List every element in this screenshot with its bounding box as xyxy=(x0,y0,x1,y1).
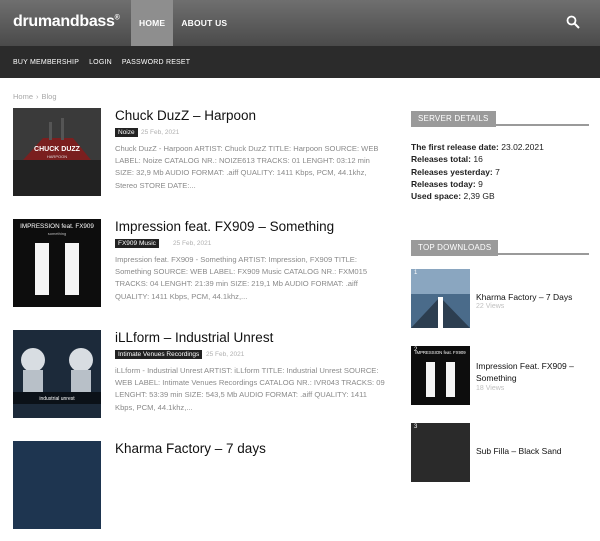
nav-home[interactable]: HOME xyxy=(131,0,174,46)
post-category-badge[interactable]: Intimate Venues Recordings xyxy=(115,350,203,359)
menu-buy-membership[interactable]: BUY MEMBERSHIP xyxy=(13,59,79,66)
nav-about-us[interactable]: ABOUT US xyxy=(173,0,235,46)
rank-number: 1 xyxy=(414,270,418,276)
detail-row: Used space: 2,39 GB xyxy=(411,190,544,202)
post-excerpt: Chuck DuzZ - Harpoon ARTIST: Chuck DuzZ … xyxy=(115,144,379,190)
post-item: Kharma Factory – 7 days xyxy=(13,441,388,541)
detail-row: Releases today: 9 xyxy=(411,178,544,190)
post-thumbnail[interactable]: CHUCK DUZZ HARPOON xyxy=(13,108,101,196)
rank-number: 2 xyxy=(414,347,418,353)
thumb-title-text: HARPOON xyxy=(47,154,67,159)
top-download-title[interactable]: Sub Filla – Black Sand xyxy=(476,445,586,457)
post-item: IMPRESSION feat. FX909 something Impress… xyxy=(13,219,388,319)
detail-value: 23.02.2021 xyxy=(501,142,544,152)
detail-label: Releases total: xyxy=(411,154,471,165)
post-category-badge[interactable]: FX909 Music xyxy=(115,239,159,248)
thumb-artist-text: IMPRESSION feat. FX909 xyxy=(20,223,94,230)
detail-label: Releases yesterday: xyxy=(411,166,493,177)
post-title[interactable]: iLLform – Industrial Unrest xyxy=(115,330,273,345)
top-download-thumbnail[interactable]: 3 xyxy=(411,423,470,482)
main-nav: HOME ABOUT US xyxy=(131,0,235,46)
breadcrumb-home[interactable]: Home xyxy=(13,92,33,101)
top-header: drumandbass® HOME ABOUT US xyxy=(0,0,600,46)
rank-number: 3 xyxy=(414,424,418,430)
site-logo[interactable]: drumandbass® xyxy=(13,13,120,31)
thumb-artist-text: CHUCK DUZZ xyxy=(34,146,81,153)
post-title[interactable]: Impression feat. FX909 – Something xyxy=(115,219,334,234)
post-title[interactable]: Chuck DuzZ – Harpoon xyxy=(115,108,256,123)
top-download-thumbnail[interactable]: 1 xyxy=(411,269,470,328)
detail-row: The first release date: 23.02.2021 xyxy=(411,141,544,153)
top-download-thumbnail[interactable]: 2 IMPRESSION feat. FX909 xyxy=(411,346,470,405)
thumb-title-text: industrial unrest xyxy=(39,396,75,402)
post-thumbnail[interactable]: industrial unrest xyxy=(13,330,101,418)
menu-password-reset[interactable]: PASSWORD RESET xyxy=(122,59,190,66)
post-excerpt: iLLform - Industrial Unrest ARTIST: iLLf… xyxy=(115,366,385,412)
post-date: 25 Feb, 2021 xyxy=(141,129,180,136)
server-details-heading: SERVER DETAILS xyxy=(411,108,589,127)
top-download-views: 22 Views xyxy=(476,303,505,310)
post-thumbnail[interactable] xyxy=(13,441,101,529)
secondary-menu: BUY MEMBERSHIP LOGIN PASSWORD RESET xyxy=(0,46,600,78)
breadcrumb-separator-icon: › xyxy=(36,92,39,101)
post-title[interactable]: Kharma Factory – 7 days xyxy=(115,441,266,456)
post-item: CHUCK DUZZ HARPOON Chuck DuzZ – Harpoon … xyxy=(13,108,388,208)
post-category-badge[interactable]: Noize xyxy=(115,128,138,137)
search-icon[interactable] xyxy=(566,15,580,29)
post-excerpt: Impression feat. FX909 - Something ARTIS… xyxy=(115,255,368,301)
top-downloads-title: TOP DOWNLOADS xyxy=(411,240,499,256)
top-downloads-heading: TOP DOWNLOADS xyxy=(411,237,589,256)
menu-login[interactable]: LOGIN xyxy=(89,59,112,66)
server-details-title: SERVER DETAILS xyxy=(411,111,496,127)
detail-value: 7 xyxy=(495,166,500,177)
detail-label: Releases today: xyxy=(411,178,476,189)
logo-mark: ® xyxy=(114,14,120,22)
top-download-item: 1 Kharma Factory – 7 Days 22 Views xyxy=(411,269,589,329)
detail-row: Releases total: 16 xyxy=(411,153,544,165)
detail-value: 9 xyxy=(478,178,483,189)
detail-row: Releases yesterday: 7 xyxy=(411,166,544,178)
breadcrumb: Home › Blog xyxy=(13,92,57,101)
post-thumbnail[interactable]: IMPRESSION feat. FX909 something xyxy=(13,219,101,307)
top-download-title[interactable]: Impression Feat. FX909 – Something xyxy=(476,360,586,384)
thumb-title-text: something xyxy=(48,231,66,236)
detail-value: 16 xyxy=(473,154,483,165)
post-date: 25 Feb, 2021 xyxy=(173,240,212,247)
detail-label: Used space: xyxy=(411,191,462,202)
thumb-artist-text: IMPRESSION feat. FX909 xyxy=(415,350,466,355)
detail-label: The first release date: xyxy=(411,142,499,152)
server-details-list: The first release date: 23.02.2021 Relea… xyxy=(411,141,544,202)
post-item: industrial unrest iLLform – Industrial U… xyxy=(13,330,388,430)
detail-value: 2,39 GB xyxy=(463,191,495,202)
top-download-title[interactable]: Kharma Factory – 7 Days xyxy=(476,291,586,303)
top-download-views: 18 Views xyxy=(476,385,505,392)
top-download-item: 2 IMPRESSION feat. FX909 Impression Feat… xyxy=(411,346,589,406)
breadcrumb-blog[interactable]: Blog xyxy=(42,92,57,101)
post-date: 25 Feb, 2021 xyxy=(206,351,245,358)
top-download-item: 3 Sub Filla – Black Sand xyxy=(411,423,589,483)
logo-text: drumandbass xyxy=(13,13,115,30)
